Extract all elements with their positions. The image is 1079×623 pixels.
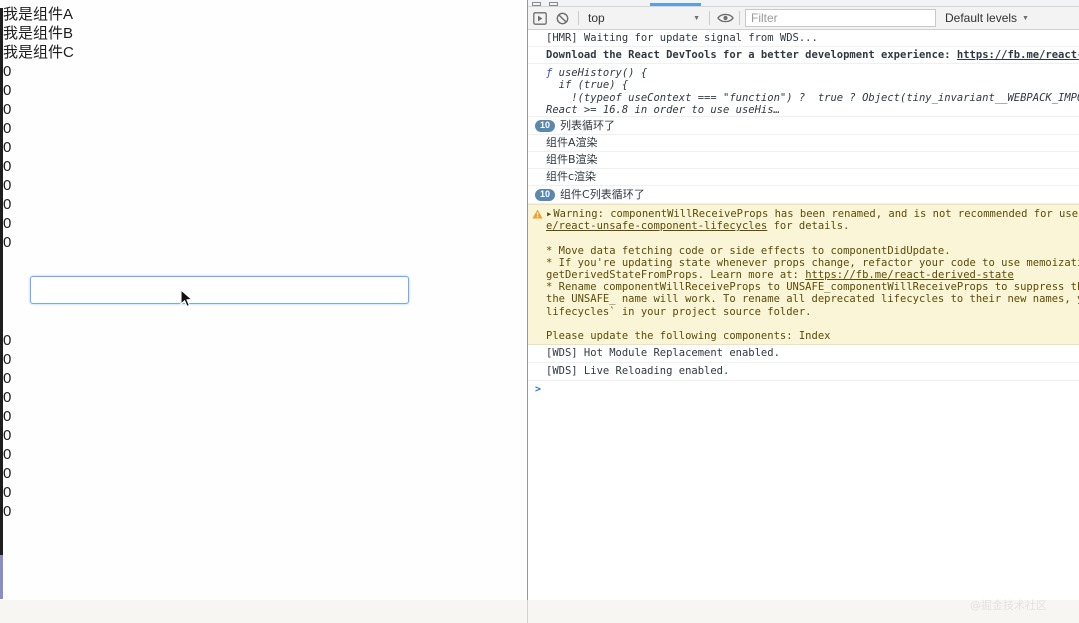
component-label-list: 我是组件A我是组件B我是组件C — [0, 0, 527, 62]
loop-message: 组件C列表循环了 — [560, 189, 645, 201]
zero-item: 0 — [3, 214, 527, 233]
toolbar-separator — [739, 11, 740, 25]
warning-line7: * Rename componentWillReceiveProps to UN… — [546, 281, 1079, 293]
console-row-wds-live: [WDS] Live Reloading enabled. — [528, 363, 1079, 381]
zero-item: 0 — [3, 176, 527, 195]
prompt-chevron-icon: > — [535, 384, 541, 395]
console-warning-block: ▸Warning: componentWillReceiveProps has … — [528, 204, 1079, 345]
console-row-render: 组件c渲染 — [528, 169, 1079, 186]
console-row-function-preview[interactable]: ƒ useHistory() { if (true) { !(typeof us… — [528, 64, 1079, 117]
console-row-loop-2: 10 组件C列表循环了 — [528, 186, 1079, 204]
screenshot-stage: 我是组件A我是组件B我是组件C 0000000000 0000000000 — [0, 0, 1079, 623]
warning-line6-pre: getDerivedStateFromProps. Learn more at: — [546, 269, 805, 281]
toolbar-separator — [709, 11, 710, 25]
repeat-count-badge: 10 — [535, 189, 555, 201]
console-row-render: 组件A渲染 — [528, 135, 1079, 152]
zero-item: 0 — [3, 483, 527, 502]
warning-line11: Please update the following components: … — [546, 330, 1079, 342]
repeat-count-badge: 10 — [535, 120, 555, 132]
function-line2: if (true) { — [546, 79, 1079, 91]
mouse-cursor-icon — [180, 289, 194, 309]
context-selector-dropdown[interactable]: top ▼ — [588, 7, 700, 29]
console-sidebar-icon — [533, 12, 547, 25]
inspect-icon[interactable] — [532, 2, 541, 6]
left-edge-artifact — [0, 8, 3, 555]
zero-item: 0 — [3, 502, 527, 521]
left-edge-artifact-purple — [0, 555, 3, 599]
context-selector-value: top — [588, 11, 605, 25]
chevron-down-icon: ▼ — [693, 15, 700, 22]
zero-item: 0 — [3, 426, 527, 445]
chevron-down-icon: ▼ — [1022, 15, 1029, 22]
warning-line1: Warning: componentWillReceiveProps has b… — [553, 208, 1079, 220]
console-row-loop-1: 10 列表循环了 — [528, 117, 1079, 135]
clear-console-button[interactable] — [556, 7, 569, 29]
warning-line9: lifecycles` in your project source folde… — [546, 306, 1079, 318]
devtools-panel: top ▼ Default levels ▼ [HMR] Waiting for… — [528, 0, 1079, 623]
zero-item: 0 — [3, 100, 527, 119]
console-messages: [HMR] Waiting for update signal from WDS… — [528, 30, 1079, 399]
zero-item: 0 — [3, 195, 527, 214]
warning-blank-line — [546, 232, 1079, 244]
console-sidebar-toggle-button[interactable] — [533, 7, 547, 29]
devtools-tabbar-sliver — [528, 0, 1079, 7]
react-ad-text: Download the React DevTools for a better… — [546, 49, 957, 61]
warning-triangle-icon — [532, 209, 543, 219]
zero-item: 0 — [3, 407, 527, 426]
live-expression-button[interactable] — [717, 7, 734, 29]
render-log-rows: 组件A渲染组件B渲染组件c渲染 — [528, 135, 1079, 186]
zero-item: 0 — [3, 157, 527, 176]
zero-list-bottom: 0000000000 — [0, 331, 527, 521]
clear-console-icon — [556, 12, 569, 25]
react-devtools-link[interactable]: https://fb.me/react-devtools — [957, 49, 1079, 61]
console-row-react-devtools-ad: Download the React DevTools for a better… — [528, 47, 1079, 64]
loop-message: 列表循环了 — [560, 120, 615, 132]
console-row-wds-hot: [WDS] Hot Module Replacement enabled. — [528, 345, 1079, 363]
component-label: 我是组件A — [3, 5, 527, 24]
warning-line5: * If you're updating state whenever prop… — [546, 257, 1079, 269]
console-prompt[interactable]: > — [528, 381, 1079, 399]
component-label: 我是组件C — [3, 43, 527, 62]
warning-line2-rest: for details. — [767, 220, 849, 232]
zero-item: 0 — [3, 233, 527, 252]
bottom-artifact-band — [0, 600, 1079, 623]
expand-triangle-icon[interactable]: ▸ — [546, 208, 552, 220]
console-row-render: 组件B渲染 — [528, 152, 1079, 169]
eye-icon — [717, 12, 734, 24]
toolbar-separator — [578, 11, 579, 25]
page-text-input[interactable] — [30, 276, 409, 304]
component-label: 我是组件B — [3, 24, 527, 43]
function-line3: !(typeof useContext === "function") ? tr… — [546, 92, 1079, 104]
function-line1: useHistory() { — [552, 67, 647, 79]
function-line4: React >= 16.8 in order to use useHis… — [546, 104, 1079, 116]
unsafe-lifecycles-link[interactable]: e/react-unsafe-component-lifecycles — [546, 220, 767, 232]
tab-console-active-underline[interactable] — [650, 3, 701, 6]
zero-item: 0 — [3, 81, 527, 100]
zero-list-top: 0000000000 — [0, 62, 527, 252]
zero-item: 0 — [3, 331, 527, 350]
warning-line4: * Move data fetching code or side effect… — [546, 245, 1079, 257]
zero-item: 0 — [3, 138, 527, 157]
zero-item: 0 — [3, 119, 527, 138]
console-filter-input[interactable] — [745, 9, 936, 27]
zero-item: 0 — [3, 445, 527, 464]
warning-line8: the UNSAFE_ name will work. To rename al… — [546, 293, 1079, 305]
log-level-dropdown[interactable]: Default levels ▼ — [945, 7, 1029, 29]
app-page: 我是组件A我是组件B我是组件C 0000000000 0000000000 — [0, 0, 527, 623]
device-toolbar-icon[interactable] — [549, 2, 558, 6]
console-toolbar: top ▼ Default levels ▼ — [528, 7, 1079, 30]
react-derived-state-link[interactable]: https://fb.me/react-derived-state — [805, 269, 1014, 281]
log-level-value: Default levels — [945, 11, 1017, 25]
console-row-hmr: [HMR] Waiting for update signal from WDS… — [528, 30, 1079, 47]
zero-item: 0 — [3, 369, 527, 388]
zero-item: 0 — [3, 62, 527, 81]
zero-item: 0 — [3, 350, 527, 369]
warning-blank-line — [546, 318, 1079, 330]
zero-item: 0 — [3, 464, 527, 483]
zero-item: 0 — [3, 388, 527, 407]
